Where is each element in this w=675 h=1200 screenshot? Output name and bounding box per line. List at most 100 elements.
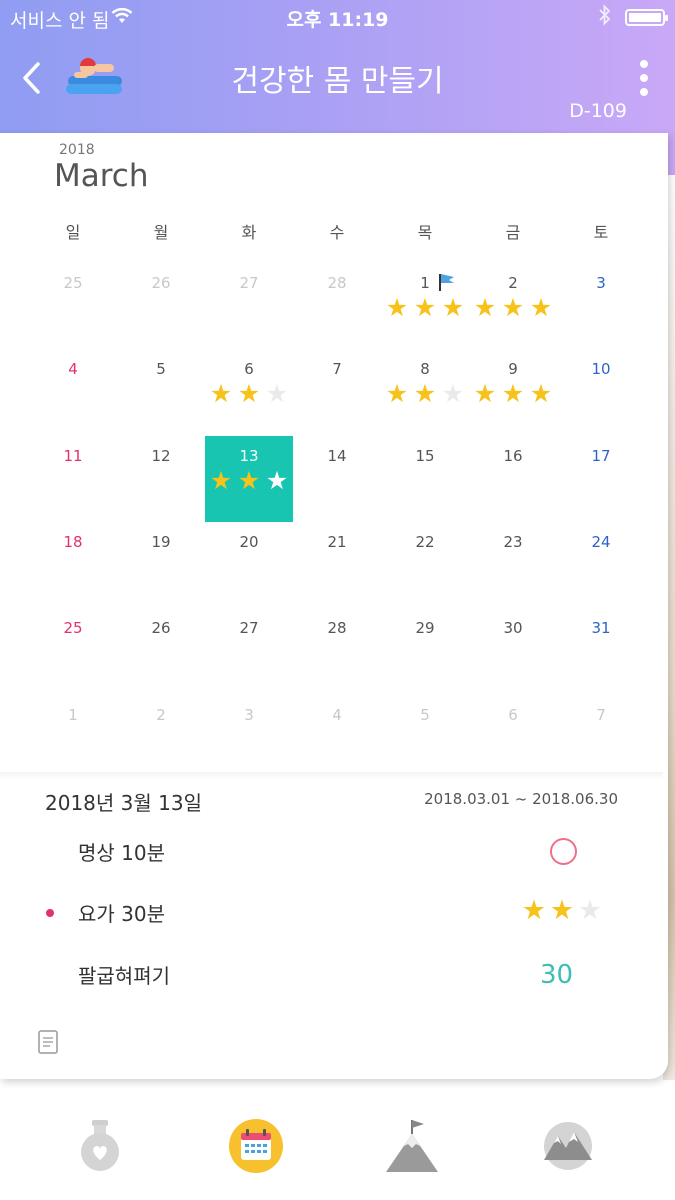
task-label[interactable]: 명상 10분 — [78, 837, 165, 866]
calendar-day[interactable]: 13 ★ ★ ★ — [205, 436, 293, 522]
calendar-day[interactable]: 11 — [29, 436, 117, 522]
calendar-day[interactable]: 27 — [205, 608, 293, 694]
calendar-day[interactable]: 14 — [293, 436, 381, 522]
day-number: 20 — [239, 533, 259, 551]
weekday-label: 월 — [153, 223, 169, 242]
calendar-day[interactable]: 20 — [205, 522, 293, 608]
calendar-day[interactable]: 4 — [293, 695, 381, 781]
nav-goal-button[interactable] — [382, 1116, 442, 1176]
calendar-day[interactable]: 8 ★ ★ ★ — [381, 349, 469, 435]
flag-icon — [439, 274, 454, 291]
calendar-day[interactable]: 2 — [117, 695, 205, 781]
calendar-day[interactable]: 5 — [117, 349, 205, 435]
calendar-day[interactable]: 3 — [557, 263, 645, 349]
calendar-day[interactable]: 25 — [29, 263, 117, 349]
calendar-icon — [229, 1119, 283, 1173]
day-number: 3 — [596, 274, 606, 292]
day-number: 15 — [415, 447, 435, 465]
calendar-day[interactable]: 10 — [557, 349, 645, 435]
calendar-day[interactable]: 26 — [117, 608, 205, 694]
day-number: 27 — [239, 274, 259, 292]
task-label[interactable]: 요가 30분 — [78, 898, 165, 927]
day-number: 4 — [68, 360, 78, 378]
star-icon: ★ — [529, 379, 553, 408]
task-label[interactable]: 팔굽혀펴기 — [78, 960, 170, 989]
weekday-label: 토 — [593, 223, 609, 242]
calendar-day[interactable]: 6 — [469, 695, 557, 781]
day-number: 13 — [239, 447, 259, 465]
nav-potion-button[interactable] — [70, 1116, 130, 1176]
calendar-day[interactable]: 15 — [381, 436, 469, 522]
day-number: 5 — [156, 360, 166, 378]
potion-heart-icon — [81, 1120, 119, 1171]
day-number: 22 — [415, 533, 435, 551]
day-number: 3 — [244, 706, 254, 724]
calendar-day[interactable]: 19 — [117, 522, 205, 608]
calendar-day[interactable]: 2 ★ ★ ★ — [469, 263, 557, 349]
day-number: 23 — [503, 533, 523, 551]
calendar-day[interactable]: 7 — [293, 349, 381, 435]
goal-date-range: 2018.03.01 ~ 2018.06.30 — [424, 790, 618, 808]
day-number: 4 — [332, 706, 342, 724]
day-number: 7 — [332, 360, 342, 378]
calendar-day[interactable]: 17 — [557, 436, 645, 522]
calendar-day[interactable]: 28 — [293, 608, 381, 694]
more-vertical-icon — [640, 60, 648, 68]
day-number: 26 — [151, 619, 171, 637]
star-icon[interactable]: ★ — [520, 897, 548, 924]
mountain-circle-icon — [544, 1122, 592, 1170]
star-icon: ★ — [529, 293, 553, 322]
calendar-day[interactable]: 31 — [557, 608, 645, 694]
calendar-day[interactable]: 25 — [29, 608, 117, 694]
star-icon: ★ — [473, 379, 497, 408]
star-icon[interactable]: ★ — [576, 897, 604, 924]
calendar-day[interactable]: 26 — [117, 263, 205, 349]
calendar-day[interactable]: 29 — [381, 608, 469, 694]
day-number: 28 — [327, 274, 347, 292]
day-number: 2 — [156, 706, 166, 724]
day-number: 30 — [503, 619, 523, 637]
calendar-day[interactable]: 24 — [557, 522, 645, 608]
calendar-day[interactable]: 21 — [293, 522, 381, 608]
day-number: 27 — [239, 619, 259, 637]
calendar-day[interactable]: 4 — [29, 349, 117, 435]
calendar-day[interactable]: 3 — [205, 695, 293, 781]
calendar-day[interactable]: 16 — [469, 436, 557, 522]
day-star-rating: ★ ★ ★ — [205, 468, 293, 493]
calendar-day[interactable]: 5 — [381, 695, 469, 781]
nav-record-button[interactable] — [538, 1116, 598, 1176]
calendar-day[interactable]: 9 ★ ★ ★ — [469, 349, 557, 435]
calendar-day[interactable]: 12 — [117, 436, 205, 522]
calendar-day[interactable]: 1 — [29, 695, 117, 781]
day-number: 6 — [508, 706, 518, 724]
task-circle-check[interactable] — [550, 838, 577, 865]
calendar-day[interactable]: 18 — [29, 522, 117, 608]
status-time: 오후 11:19 — [286, 9, 389, 31]
day-star-rating: ★ ★ ★ — [381, 295, 469, 320]
calendar-day[interactable]: 30 — [469, 608, 557, 694]
day-number: 9 — [508, 360, 518, 378]
task-marker-dot — [46, 909, 54, 917]
calendar-day[interactable]: 27 — [205, 263, 293, 349]
day-number: 18 — [63, 533, 83, 551]
day-number: 31 — [591, 619, 611, 637]
nav-calendar-button[interactable] — [226, 1116, 286, 1176]
day-star-rating: ★ ★ ★ — [205, 381, 293, 406]
calendar-day[interactable]: 28 — [293, 263, 381, 349]
star-icon[interactable]: ★ — [548, 897, 576, 924]
calendar-day[interactable]: 7 — [557, 695, 645, 781]
task-star-rating[interactable]: ★ ★ ★ — [520, 897, 604, 924]
task-count[interactable]: 30 — [540, 960, 573, 990]
more-options-button[interactable] — [636, 58, 652, 98]
day-number: 12 — [151, 447, 171, 465]
memo-icon[interactable] — [38, 1030, 58, 1054]
calendar-day[interactable]: 1 ★ ★ ★ — [381, 263, 469, 349]
star-icon: ★ — [237, 379, 261, 408]
day-number: 29 — [415, 619, 435, 637]
day-number: 5 — [420, 706, 430, 724]
calendar-day[interactable]: 23 — [469, 522, 557, 608]
calendar-day[interactable]: 22 — [381, 522, 469, 608]
calendar-month[interactable]: March — [54, 158, 149, 194]
day-number: 7 — [596, 706, 606, 724]
calendar-day[interactable]: 6 ★ ★ ★ — [205, 349, 293, 435]
